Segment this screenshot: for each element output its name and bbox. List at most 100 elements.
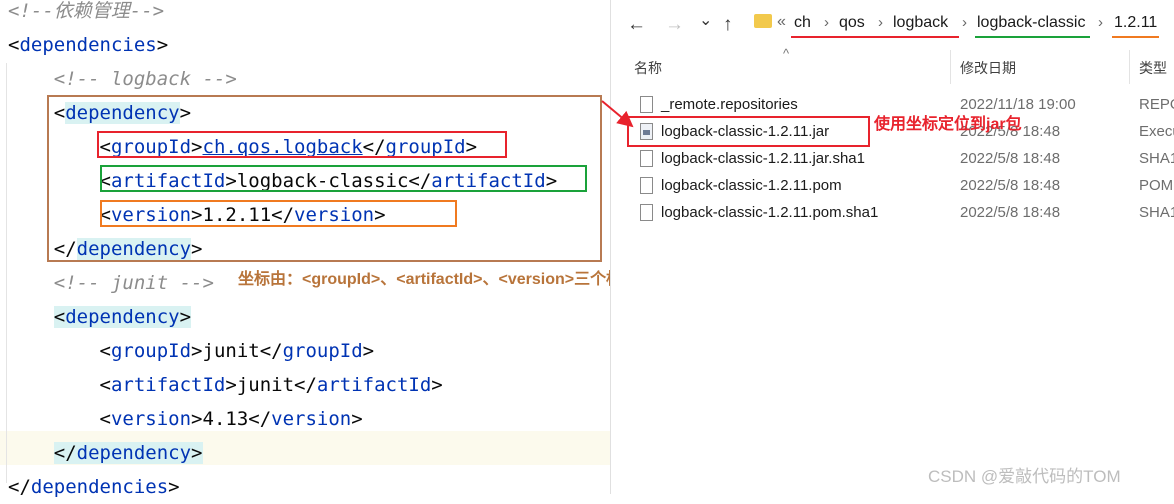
file-name[interactable]: logback-classic-1.2.11.pom (661, 177, 842, 194)
file-type: POM (1139, 177, 1174, 194)
chevron-right-icon: › (878, 14, 883, 31)
file-type: REPO (1139, 96, 1174, 113)
code-token: 4.13 (202, 408, 249, 430)
code-token: > (191, 340, 203, 362)
indent-guide (6, 63, 7, 483)
file-type: Execu (1139, 123, 1174, 140)
code-line: <artifactId>junit</artifactId> (8, 368, 443, 402)
file-icon (640, 177, 653, 194)
code-token: </ (53, 442, 77, 464)
code-token: < (99, 340, 111, 362)
column-divider (1129, 50, 1130, 84)
breadcrumb-underline-green (975, 36, 1090, 38)
breadcrumb-qos[interactable]: qos (839, 14, 865, 32)
column-header-name[interactable]: 名称 (634, 58, 662, 78)
jar-highlight-box (627, 116, 870, 147)
code-token: artifactId (110, 374, 226, 396)
code-token: </ (8, 476, 31, 498)
code-token: </ (259, 340, 283, 362)
code-token: junit (236, 374, 295, 396)
file-type: SHA1 (1139, 150, 1174, 167)
code-token: > (191, 442, 203, 464)
code-token: < (99, 374, 111, 396)
overflow-icon[interactable]: « (777, 13, 786, 31)
code-token: version (110, 408, 192, 430)
back-button[interactable]: ← (627, 14, 646, 36)
code-token: dependency (65, 306, 180, 328)
coordinate-annotation: 坐标由：<groupId>、<artifactId>、<version>三个标签… (238, 271, 671, 288)
folder-icon (754, 14, 772, 28)
file-date: 2022/5/8 18:48 (960, 204, 1061, 221)
code-token: version (271, 408, 352, 430)
file-icon (640, 96, 653, 113)
version-highlight-box (100, 200, 457, 227)
code-line: <!-- junit --> (8, 266, 214, 300)
code-token: junit (202, 340, 260, 362)
code-token: dependency (76, 442, 192, 464)
column-divider (950, 50, 951, 84)
breadcrumb-ch[interactable]: ch (794, 14, 811, 32)
breadcrumb-version[interactable]: 1.2.11 (1114, 14, 1157, 32)
chevron-right-icon: › (962, 14, 967, 31)
code-token: > (179, 306, 192, 328)
file-name[interactable]: _remote.repositories (661, 96, 798, 113)
code-token: > (156, 34, 169, 56)
code-line: </dependency> (8, 436, 203, 470)
code-token: > (191, 408, 203, 430)
sort-arrow-icon: ^ (783, 46, 790, 61)
watermark: CSDN @爱敲代码的TOM (928, 467, 1121, 486)
code-token: groupId (110, 340, 192, 362)
file-date: 2022/5/8 18:48 (960, 177, 1061, 194)
up-button[interactable]: ↑ (723, 14, 733, 36)
code-line: <version>4.13</version> (8, 402, 363, 436)
code-token: artifactId (316, 374, 432, 396)
code-token: < (53, 306, 66, 328)
column-header-modified[interactable]: 修改日期 (960, 58, 1016, 78)
code-line: <groupId>junit</groupId> (8, 334, 375, 368)
code-token: > (168, 476, 180, 498)
code-token: > (351, 408, 363, 430)
code-line: <dependency> (8, 300, 192, 334)
file-date: 2022/5/8 18:48 (960, 150, 1061, 167)
code-editor[interactable]: <!--依赖管理--> <dependencies> <!-- logback -… (0, 0, 670, 498)
breadcrumb-underline-red (791, 36, 959, 38)
code-token: </ (248, 408, 272, 430)
code-line: <!-- logback --> (8, 62, 237, 96)
groupid-highlight-box (97, 131, 507, 158)
code-line: </dependencies> (8, 470, 180, 504)
code-token: <!-- logback --> (53, 68, 237, 90)
code-token: < (8, 34, 20, 56)
code-token: > (225, 374, 237, 396)
code-token: > (431, 374, 443, 396)
breadcrumb-logback[interactable]: logback (893, 14, 948, 32)
jar-annotation: 使用坐标定位到jar包 (874, 116, 1022, 133)
chevron-right-icon: › (824, 14, 829, 31)
code-token: < (99, 408, 111, 430)
code-token: </ (294, 374, 317, 396)
breadcrumb-underline-orange (1112, 36, 1159, 38)
code-token: dependencies (19, 34, 157, 56)
column-header-type[interactable]: 类型 (1139, 58, 1167, 78)
breadcrumb-logback-classic[interactable]: logback-classic (977, 14, 1085, 32)
forward-button[interactable]: → (665, 14, 684, 36)
code-token: groupId (282, 340, 363, 362)
code-line: <!--依赖管理--> (8, 0, 164, 28)
file-type: SHA1 (1139, 204, 1174, 221)
artifactid-highlight-box (100, 165, 587, 192)
file-name[interactable]: logback-classic-1.2.11.jar.sha1 (661, 150, 865, 167)
recent-locations-dropdown[interactable]: ⌄ (699, 10, 712, 30)
code-token: <!--依赖管理--> (8, 0, 165, 22)
code-line: <dependencies> (8, 28, 168, 62)
chevron-right-icon: › (1098, 14, 1103, 31)
file-icon (640, 150, 653, 167)
file-name[interactable]: logback-classic-1.2.11.pom.sha1 (661, 204, 878, 221)
file-explorer: ← → ⌄ ↑ « ch › qos › logback › logback-c… (610, 0, 1174, 494)
code-token: <!-- junit --> (53, 272, 214, 294)
